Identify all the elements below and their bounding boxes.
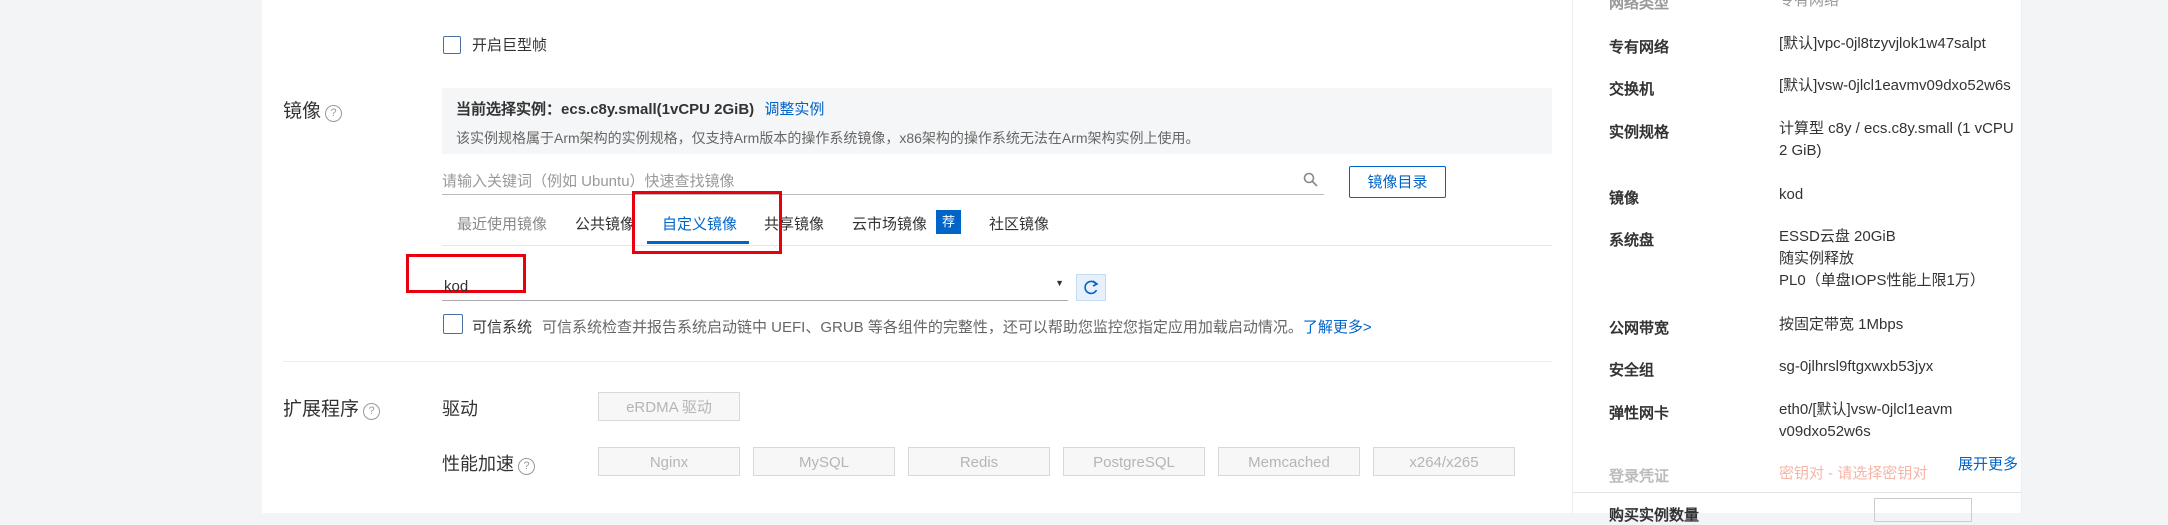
mysql-button[interactable]: MySQL [753, 447, 895, 476]
summary-label: 专有网络 [1609, 39, 1670, 56]
summary-label: 实例规格 [1609, 124, 1670, 141]
jumbo-frame-checkbox[interactable] [443, 36, 461, 54]
help-icon[interactable]: ? [518, 458, 535, 475]
help-icon[interactable]: ? [325, 105, 343, 122]
summary-label: 交换机 [1609, 81, 1655, 98]
section-divider [283, 361, 1552, 362]
summary-label: 登录凭证 [1609, 468, 1670, 485]
trusted-system-checkbox[interactable] [443, 314, 463, 334]
memcached-button[interactable]: Memcached [1218, 447, 1360, 476]
trusted-system-label: 可信系统 [472, 319, 533, 336]
custom-image-highlight [632, 191, 782, 254]
x264-x265-button[interactable]: x264/x265 [1373, 447, 1515, 476]
adjust-instance-link[interactable]: 调整实例 [764, 101, 824, 118]
summary-value: sg-0jlhrsl9ftgxwxb53jyx [1779, 358, 1934, 375]
caret-down-icon[interactable]: ▼ [1055, 278, 1064, 288]
driver-label: 驱动 [442, 399, 478, 419]
erdma-driver-button[interactable]: eRDMA 驱动 [598, 392, 740, 421]
instance-info-box: 当前选择实例：ecs.c8y.small(1vCPU 2GiB) 调整实例 该实… [442, 88, 1552, 154]
recommend-badge: 荐 [936, 210, 961, 234]
postgresql-button[interactable]: PostgreSQL [1063, 447, 1205, 476]
summary-value: 专有网络 [1779, 0, 1840, 9]
summary-label: 公网带宽 [1609, 320, 1670, 337]
image-catalog-button[interactable]: 镜像目录 [1349, 166, 1446, 198]
summary-label: 镜像 [1609, 190, 1640, 207]
arm-info-text: 该实例规格属于Arm架构的实例规格，仅支持Arm版本的操作系统镜像，x86架构的… [456, 130, 1200, 146]
current-instance-text: 当前选择实例：ecs.c8y.small(1vCPU 2GiB) 调整实例 [456, 101, 825, 118]
order-summary-panel: 网络类型 专有网络 专有网络 [默认]vpc-0jl8tzyvjlok1w47s… [1572, 0, 2022, 524]
summary-value: PL0（单盘IOPS性能上限1万） [1779, 272, 1985, 289]
accel-label: 性能加速? [442, 450, 535, 476]
tab-public-images[interactable]: 公共镜像 [575, 213, 635, 234]
refresh-button[interactable] [1076, 274, 1106, 301]
summary-value: eth0/[默认]vsw-0jlcl1eavmv09dxo52w6s [1779, 401, 1953, 440]
trusted-system-desc: 可信系统检查并报告系统启动链中 UEFI、GRUB 等各组件的完整性，还可以帮助… [542, 319, 1372, 336]
tab-recent-images[interactable]: 最近使用镜像 [457, 213, 547, 234]
help-icon[interactable]: ? [363, 403, 381, 420]
learn-more-link[interactable]: 了解更多> [1303, 319, 1372, 336]
summary-value: [默认]vpc-0jl8tzyvjlok1w47salpt [1779, 35, 1986, 52]
summary-value: 随实例释放 [1779, 250, 1855, 267]
extensions-section-label: 扩展程序? [283, 394, 381, 421]
summary-value: 按固定带宽 1Mbps [1779, 316, 1904, 333]
refresh-icon [1084, 280, 1099, 295]
nginx-button[interactable]: Nginx [598, 447, 740, 476]
summary-label: 系统盘 [1609, 232, 1655, 249]
summary-label: 购买实例数量 [1609, 507, 1700, 524]
summary-value: ESSD云盘 20GiB [1779, 228, 1896, 245]
image-search-input[interactable]: 请输入关键词（例如 Ubuntu）快速查找镜像 [442, 166, 1324, 195]
summary-label: 弹性网卡 [1609, 405, 1670, 422]
summary-value: 计算型 c8y / ecs.c8y.small (1 vCPU 2 GiB) [1779, 120, 2014, 159]
expand-more-link[interactable]: 展开更多 [1958, 453, 2018, 474]
summary-divider [1573, 492, 2021, 493]
summary-value: kod [1779, 186, 1804, 203]
tabs-divider [442, 245, 1552, 246]
summary-label: 安全组 [1609, 362, 1655, 379]
tab-marketplace-images[interactable]: 云市场镜像 [852, 213, 927, 234]
quantity-stepper[interactable] [1874, 498, 1972, 522]
config-panel: 开启巨型帧 镜像? 当前选择实例：ecs.c8y.small(1vCPU 2Gi… [262, 0, 1580, 513]
redis-button[interactable]: Redis [908, 447, 1050, 476]
search-icon[interactable] [1303, 172, 1318, 187]
custom-image-select[interactable]: kod ▼ [442, 272, 1068, 301]
image-section-label: 镜像? [283, 96, 343, 123]
summary-label: 网络类型 [1609, 0, 1670, 12]
tab-community-images[interactable]: 社区镜像 [989, 213, 1049, 234]
jumbo-frame-label: 开启巨型帧 [472, 37, 548, 54]
summary-value: [默认]vsw-0jlcl1eavmv09dxo52w6s [1779, 77, 2011, 94]
